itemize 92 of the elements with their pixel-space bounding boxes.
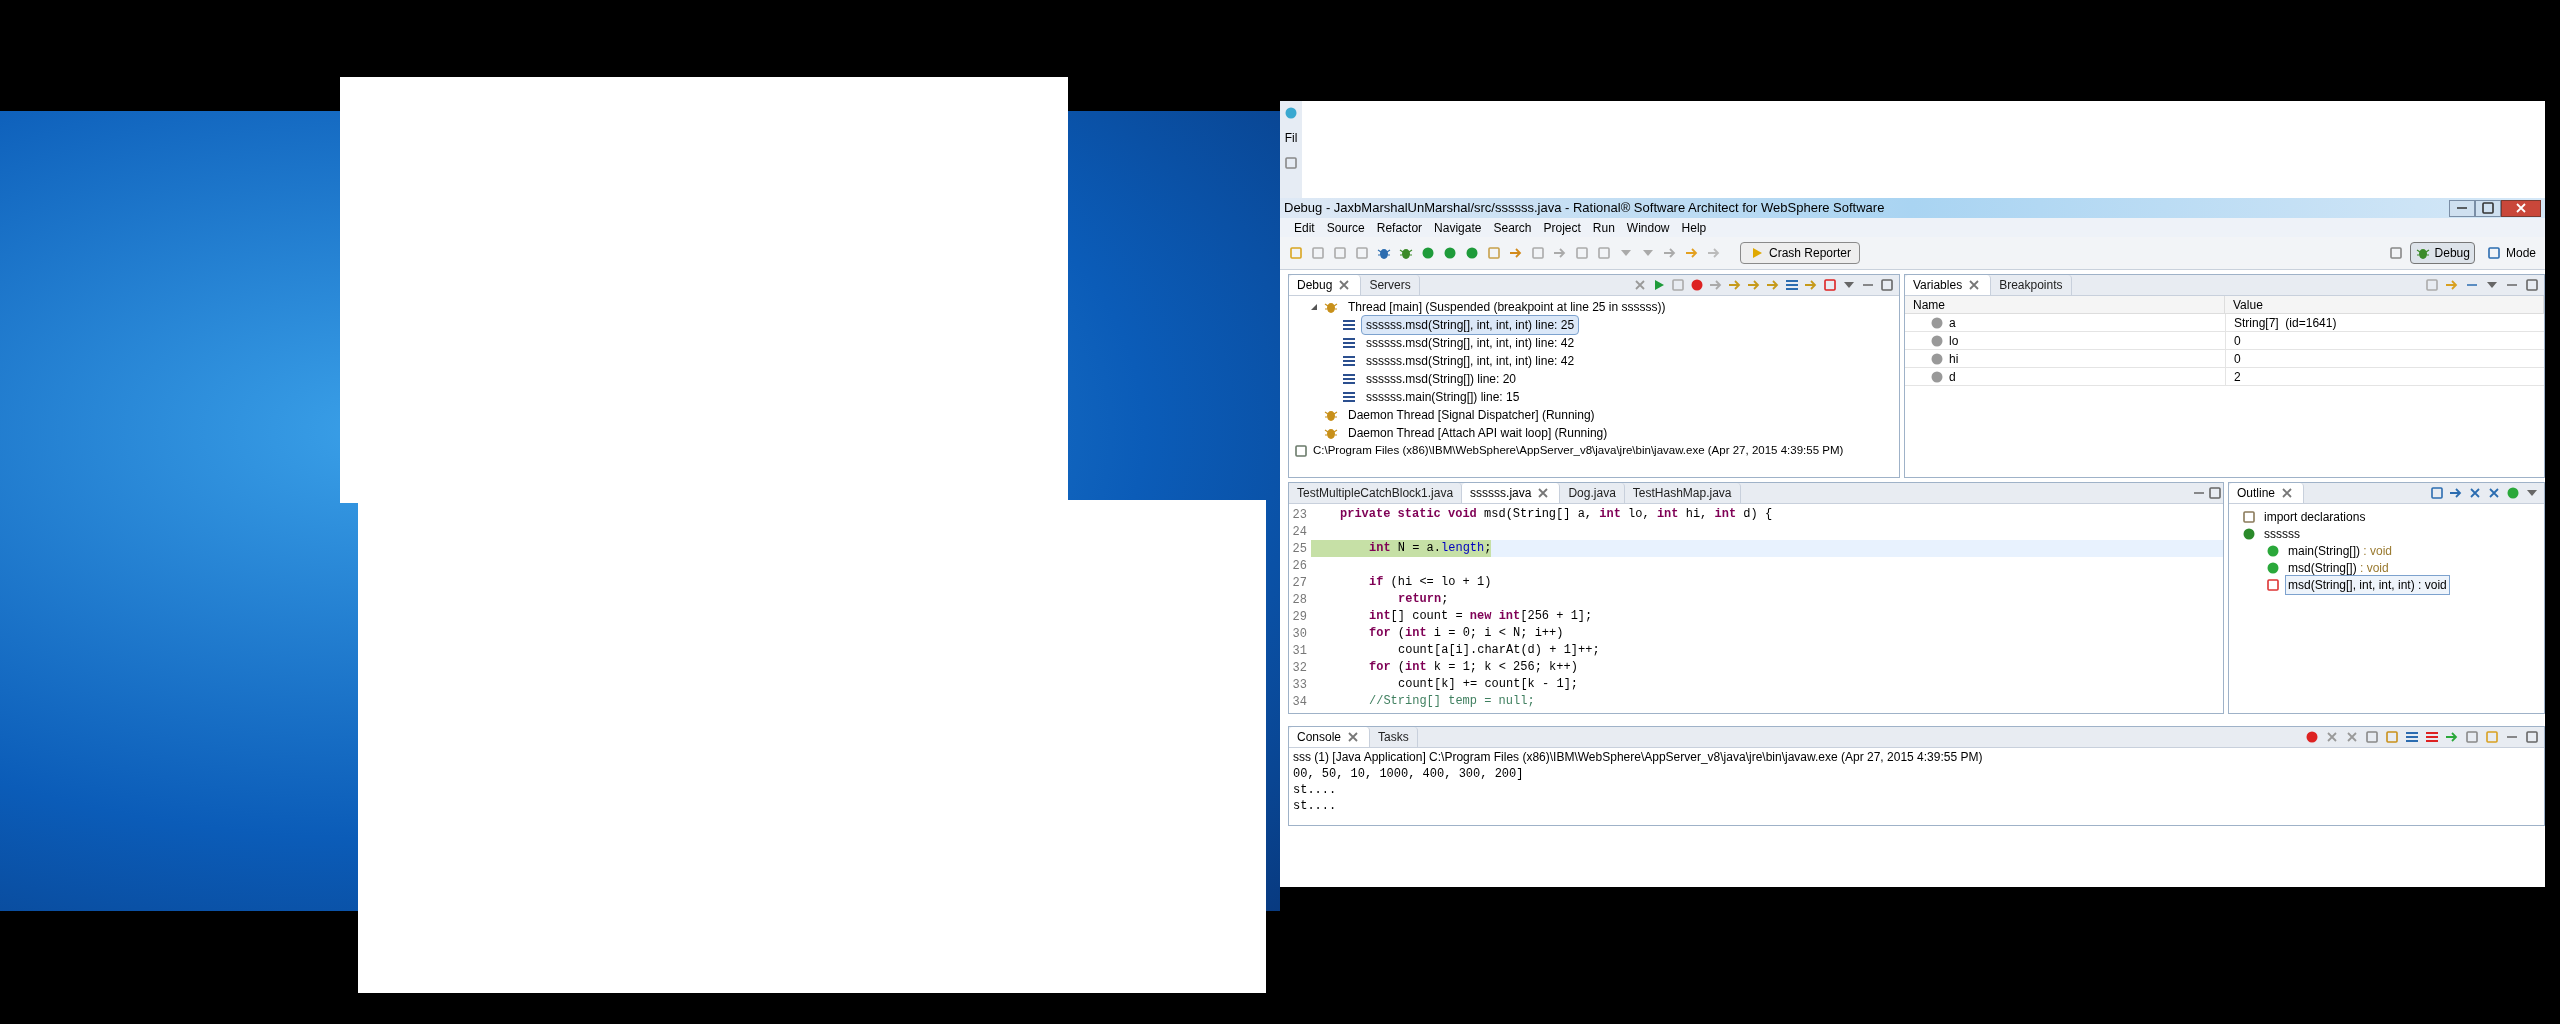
- menu-item[interactable]: Navigate: [1434, 218, 1482, 237]
- view-tab[interactable]: Debug: [1289, 275, 1362, 295]
- restore-icon[interactable]: [2480, 200, 2496, 216]
- expand-toggle-icon[interactable]: [1309, 302, 1319, 312]
- code-line: count[k] += count[k - 1];: [1397, 676, 1579, 693]
- outline-item[interactable]: msd(String[], int, int, int) : void: [2285, 574, 2450, 595]
- stack-frame-icon[interactable]: [1341, 317, 1357, 333]
- line-number: 23: [1291, 506, 1308, 524]
- menu-item[interactable]: Help: [1681, 218, 1707, 237]
- console-line: 00, 50, 10, 1000, 400, 300, 200]: [1292, 766, 1525, 782]
- menu-item[interactable]: Refactor: [1376, 218, 1423, 237]
- tree-item[interactable]: Thread [main] (Suspended (breakpoint at line 25 in ssssss)): [1343, 297, 1671, 317]
- table-cell-text: d: [1949, 369, 1956, 386]
- line-number: 24: [1291, 523, 1308, 541]
- toolbar-icon[interactable]: [1283, 155, 1299, 171]
- restore-button[interactable]: [2475, 199, 2501, 217]
- line-number: 33: [1291, 676, 1308, 694]
- line-number: 30: [1291, 625, 1308, 643]
- view-tab[interactable]: Outline: [2229, 483, 2305, 503]
- table-cell-text: a: [1949, 315, 1956, 332]
- view-tab[interactable]: Console: [1289, 727, 1371, 747]
- line-number: 31: [1291, 642, 1308, 660]
- table-cell-text: lo: [1949, 333, 1959, 350]
- stack-frame-icon[interactable]: [1341, 371, 1357, 387]
- stack-frame-icon[interactable]: [1341, 335, 1357, 351]
- code-line: if (hi <= lo + 1): [1368, 574, 1492, 591]
- table-cell-text: hi: [1949, 351, 1959, 368]
- menu-item[interactable]: Source: [1326, 218, 1365, 237]
- minimize-button[interactable]: [2449, 199, 2475, 217]
- console-line: st....: [1292, 782, 1338, 798]
- crash-reporter-button[interactable]: Crash Reporter: [1740, 242, 1861, 264]
- tree-item[interactable]: ssssss.msd(String[]) line: 20: [1361, 369, 1522, 389]
- tree-item[interactable]: Daemon Thread [Attach API wait loop] (Running): [1343, 423, 1613, 443]
- line-number: 28: [1291, 591, 1308, 609]
- code-line: for (int i = 0; i < N; i++): [1368, 625, 1564, 642]
- column-header[interactable]: Name: [1905, 296, 2225, 314]
- console-line: st....: [1292, 798, 1338, 814]
- view-tab[interactable]: Variables: [1905, 275, 1992, 295]
- table-cell: 0: [2225, 332, 2544, 350]
- local-variable-icon: [1929, 351, 1945, 367]
- tree-item[interactable]: ssssss.msd(String[], int, int, int) line: 25: [1361, 315, 1580, 335]
- maximize-icon[interactable]: [2207, 485, 2223, 501]
- console-header: sss (1) [Java Application] C:\Program Files (x86)\IBM\WebSphere\AppServer_v8\java\jre\bin\javaw.exe (Apr 27, 2015 4:39:55 PM): [1292, 749, 1984, 766]
- code-line: int[] count = new int[256 + 1];: [1368, 608, 1593, 625]
- code-line: return;: [1397, 591, 1449, 608]
- close-button[interactable]: [2501, 199, 2541, 217]
- stack-frame-icon[interactable]: [1341, 353, 1357, 369]
- terminate-icon[interactable]: [2304, 729, 2320, 745]
- stack-frame-icon[interactable]: [1341, 389, 1357, 405]
- code-line: for (int k = 1; k < 256; k++): [1368, 659, 1578, 676]
- drop-frame-icon[interactable]: [1784, 277, 1800, 293]
- code-line: count[a[i].charAt(d) + 1]++;: [1397, 642, 1600, 659]
- tree-item[interactable]: ssssss.msd(String[], int, int, int) line: 42: [1361, 351, 1580, 371]
- line-number: 29: [1291, 608, 1308, 626]
- tree-item[interactable]: Daemon Thread [Signal Dispatcher] (Running): [1343, 405, 1600, 425]
- maximize-icon[interactable]: [2524, 729, 2540, 745]
- local-variable-icon: [1929, 333, 1945, 349]
- tree-item[interactable]: C:\Program Files (x86)\IBM\WebSphere\AppServer_v8\java\jre\bin\javaw.exe (Apr 27, 2015 4:39:55 PM): [1313, 442, 1844, 460]
- view-tab[interactable]: ssssss.java: [1462, 483, 1561, 503]
- line-number: 25: [1291, 540, 1308, 558]
- table-cell: String[7] (id=1641): [2225, 314, 2544, 332]
- code-line: private static void msd(String[] a, int lo, int hi, int d) {: [1339, 506, 1773, 523]
- table-cell: 0: [2225, 350, 2544, 368]
- app-icon: [1283, 105, 1299, 121]
- perspective-button[interactable]: Debug: [2409, 242, 2475, 264]
- perspective-icon: [2485, 245, 2502, 261]
- menu-item[interactable]: Window: [1626, 218, 1670, 237]
- line-number: 26: [1291, 557, 1308, 575]
- tree-item[interactable]: ssssss.main(String[]) line: 15: [1361, 387, 1525, 407]
- menu-item[interactable]: Edit: [1294, 218, 1315, 237]
- code-line: //String[] temp = null;: [1368, 693, 1535, 710]
- line-number: 34: [1291, 693, 1308, 711]
- line-number: 32: [1291, 659, 1308, 677]
- menu-item[interactable]: Search: [1493, 218, 1532, 237]
- column-header[interactable]: Value: [2225, 296, 2544, 314]
- outline-icon[interactable]: [2429, 485, 2445, 501]
- run-icon[interactable]: [1420, 245, 1436, 261]
- maximize-icon[interactable]: [2524, 277, 2540, 293]
- line-number: 27: [1291, 574, 1308, 592]
- menu-item[interactable]: Project: [1543, 218, 1581, 237]
- local-variable-icon: [1929, 369, 1945, 385]
- local-variable-icon: [1929, 315, 1945, 331]
- menu-item[interactable]: Fil: [1284, 129, 1298, 147]
- private-method-icon: [2265, 576, 2281, 593]
- terminate-icon[interactable]: [1689, 277, 1705, 293]
- table-cell: 2: [2225, 368, 2544, 386]
- perspective-button[interactable]: Mode: [2480, 242, 2541, 264]
- maximize-icon[interactable]: [1879, 277, 1895, 293]
- tree-item[interactable]: ssssss.msd(String[], int, int, int) line: 42: [1361, 333, 1580, 353]
- window-title: Debug - JaxbMarshalUnMarshal/src/ssssss.java - Rational® Software Architect for WebSphere Software: [1283, 199, 1885, 218]
- menu-item[interactable]: Run: [1592, 218, 1615, 237]
- open-perspective-icon[interactable]: [2387, 245, 2404, 261]
